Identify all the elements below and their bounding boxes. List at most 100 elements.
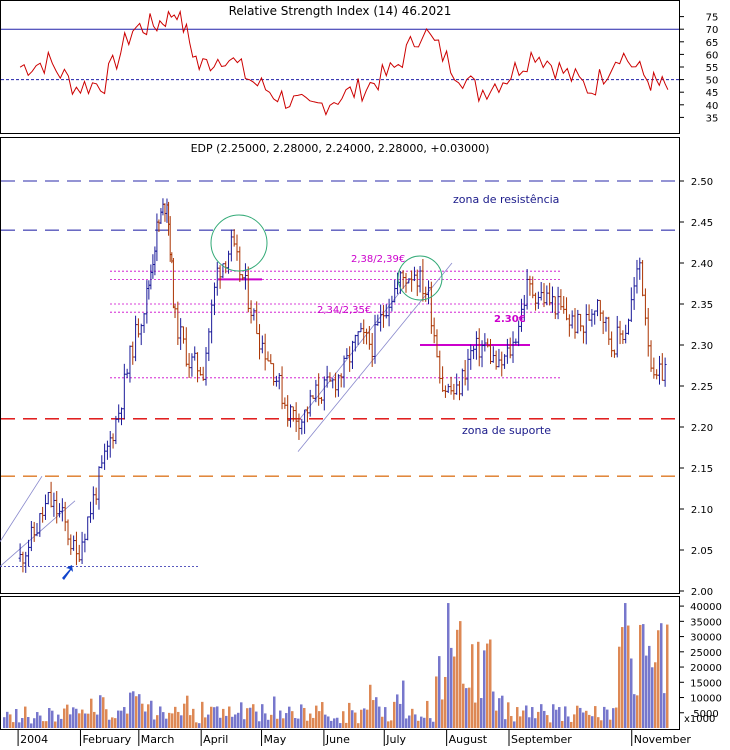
volume-bar [45,721,48,728]
volume-bar [462,683,465,728]
volume-bar [567,716,570,728]
volume-bar [477,641,480,728]
volume-bar [651,667,654,728]
price-tick-label: 2.15 [691,464,713,475]
volume-bar [81,709,84,728]
volume-bar [627,625,630,728]
volume-bar [612,708,615,728]
volume-bar [165,718,168,728]
volume-bar [273,696,276,728]
volume-bar [249,707,252,728]
volume-bar [303,707,306,728]
volume-bar [99,695,102,728]
volume-bar [84,713,87,728]
volume-bar [189,715,192,728]
volume-bar [183,703,186,728]
price-tick-label: 2.10 [691,505,713,516]
volume-bar [501,695,504,728]
volume-bar [387,721,390,728]
rsi-tick-label: 60 [706,50,719,61]
volume-bar [174,706,177,728]
price-panel [0,137,680,594]
volume-bar [225,715,228,728]
volume-bar [444,676,447,728]
date-tick-label: May [264,733,287,746]
volume-bar [324,714,327,728]
volume-bar [429,718,432,728]
volume-bar [459,621,462,728]
volume-bar [657,630,660,728]
volume-bar [60,718,63,728]
annotation-level-230: 2.30€ [494,314,526,325]
volume-bar [516,707,519,728]
volume-bar [126,713,129,728]
volume-bar [441,699,444,728]
volume-bar [579,707,582,728]
rsi-title: Relative Strength Index (14) 46.2021 [229,4,452,18]
volume-bar [108,719,111,728]
volume-bar [438,656,441,728]
volume-bar [171,713,174,728]
chart-canvas: Relative Strength Index (14) 46.2021 EDP… [0,0,722,746]
volume-bar [15,709,18,728]
volume-bar [453,656,456,728]
volume-bar [558,707,561,728]
volume-bar [597,717,600,728]
volume-bar [132,691,135,728]
volume-bar [642,624,645,728]
volume-bar [204,717,207,728]
volume-bar [327,716,330,728]
volume-bar [306,720,309,728]
rsi-panel [0,0,680,134]
volume-bar [12,722,15,728]
volume-bar [528,717,531,728]
volume-bar [111,717,114,728]
volume-bar [543,710,546,728]
rsi-tick-label: 50 [706,76,719,87]
volume-bar [255,711,258,728]
volume-bar [663,693,666,728]
volume-tick-label: 15000 [690,678,722,689]
volume-bar [537,711,540,728]
volume-bar [279,710,282,728]
price-tick-label: 2.00 [691,587,713,598]
volume-bar [492,691,495,728]
volume-bar [162,712,165,728]
price-tick-label: 2.45 [691,218,713,229]
volume-bar [210,706,213,728]
volume-bar [33,718,36,728]
volume-bar [195,722,198,728]
volume-bar [117,710,120,728]
volume-bar [495,710,498,728]
volume-bar [474,702,477,728]
volume-bar [321,702,324,728]
volume-bar [30,723,33,728]
annotation-resistance-zone: zona de resistência [453,193,559,206]
volume-bar [222,708,225,728]
volume-bar [294,718,297,728]
volume-bar [291,711,294,728]
volume-bar [378,706,381,728]
volume-bar [636,695,639,728]
volume-bar [498,698,501,728]
volume-bar [72,707,75,728]
volume-bar [654,662,657,728]
volume-bar [666,624,669,728]
volume-bar [660,623,663,728]
volume-bar [570,721,573,728]
volume-bar [393,701,396,728]
volume-bar [471,644,474,728]
volume-bar [276,718,279,728]
volume-bar [297,718,300,728]
annotation-level-234-235: 2,34/2,35€ [317,305,371,316]
volume-bar [243,719,246,728]
volume-bar [555,709,558,728]
volume-bar [177,711,180,728]
volume-bar [3,717,6,728]
volume-bar [456,629,459,728]
volume-bar [633,694,636,728]
volume-bar [207,714,210,728]
price-tick-label: 2.40 [691,259,713,270]
date-axis: 2004 February March April May June July August S… [17,729,691,746]
rsi-tick-label: 70 [706,25,719,36]
